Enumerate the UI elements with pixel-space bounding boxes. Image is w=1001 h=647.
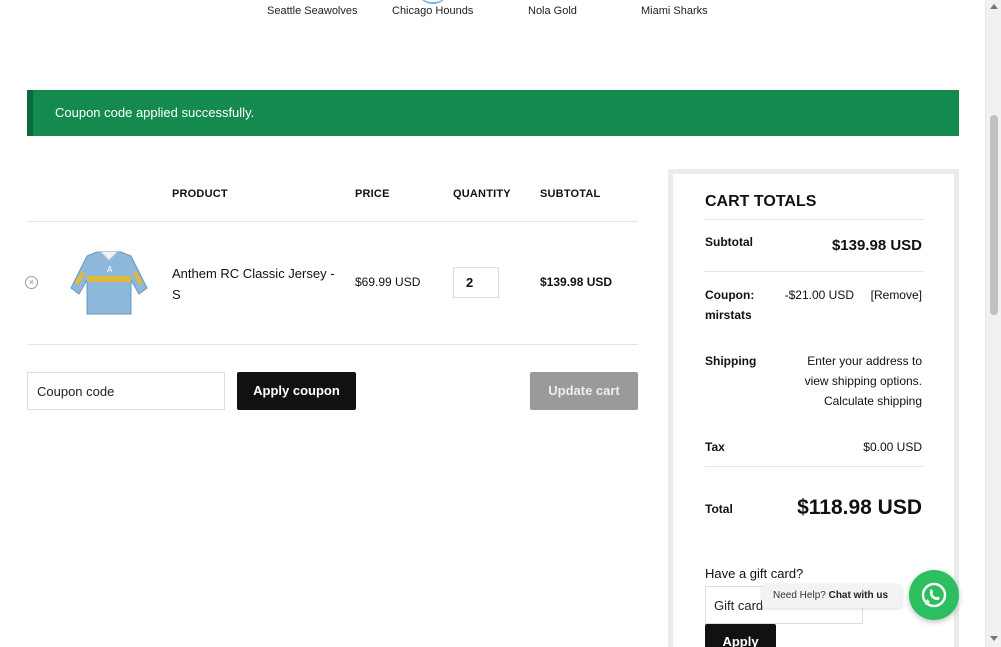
gift-card-question: Have a gift card? [705,566,804,581]
notice-text: Coupon code applied successfully. [55,105,255,120]
tax-value: $0.00 USD [863,440,922,454]
coupon-remove-link[interactable]: [Remove] [871,285,922,305]
scroll-up-icon[interactable] [990,4,998,9]
success-notice: Coupon code applied successfully. [27,90,959,136]
cart-totals-title: CART TOTALS [705,193,817,210]
shipping-text-line1: Enter your address to [807,354,922,368]
subtotal-value: $139.98 USD [831,237,922,254]
tax-label: Tax [705,440,725,454]
chat-help-bubble[interactable]: Need Help? Chat with us [762,584,902,608]
team-logo-icon[interactable] [418,0,448,4]
shipping-label: Shipping [705,354,757,368]
total-value: $118.98 USD [797,496,922,519]
apply-coupon-button[interactable]: Apply coupon [237,372,356,410]
calculate-shipping-link[interactable]: Calculate shipping [824,391,922,411]
team-link-nola[interactable]: Nola Gold [528,5,577,17]
team-link-miami[interactable]: Miami Sharks [641,5,708,17]
header-quantity: QUANTITY [453,188,511,200]
header-price: PRICE [355,188,390,200]
scroll-thumb[interactable] [990,115,998,315]
header-product: PRODUCT [172,188,228,200]
chat-help-link[interactable]: Chat with us [829,590,888,601]
product-price: $69.99 USD [355,275,421,289]
product-subtotal: $139.98 USD [540,275,613,289]
coupon-label: Coupon: [705,288,755,302]
coupon-code-input[interactable]: Coupon code [27,372,225,410]
team-link-seattle[interactable]: Seattle Seawolves [267,5,358,17]
divider [27,221,638,222]
quantity-input[interactable]: 2 [453,267,499,298]
divider [705,466,924,467]
total-label: Total [705,502,733,516]
coupon-code-name: mirstats [705,308,752,322]
update-cart-button[interactable]: Update cart [530,372,638,410]
divider [705,219,924,220]
subtotal-label: Subtotal [705,235,753,249]
gift-card-apply-button[interactable]: Apply [705,624,776,647]
divider [27,344,638,345]
product-name-link[interactable]: Anthem RC Classic Jersey - S [172,263,342,305]
scroll-down-icon[interactable] [990,636,998,641]
team-strip: Seattle Seawolves Chicago Hounds Nola Go… [0,0,985,30]
team-link-chicago[interactable]: Chicago Hounds [392,5,473,17]
whatsapp-button[interactable] [909,570,959,620]
product-thumbnail[interactable]: A [69,248,149,318]
shipping-text-line2: view shipping options. [804,374,922,388]
svg-text:A: A [107,265,113,274]
page-scrollbar[interactable] [985,0,1001,647]
coupon-discount-value: -$21.00 USD [784,288,854,302]
remove-item-icon[interactable]: × [25,276,38,289]
divider [705,271,924,272]
header-subtotal: SUBTOTAL [540,188,601,200]
chat-help-prefix: Need Help? [773,590,826,601]
whatsapp-icon [921,582,947,608]
